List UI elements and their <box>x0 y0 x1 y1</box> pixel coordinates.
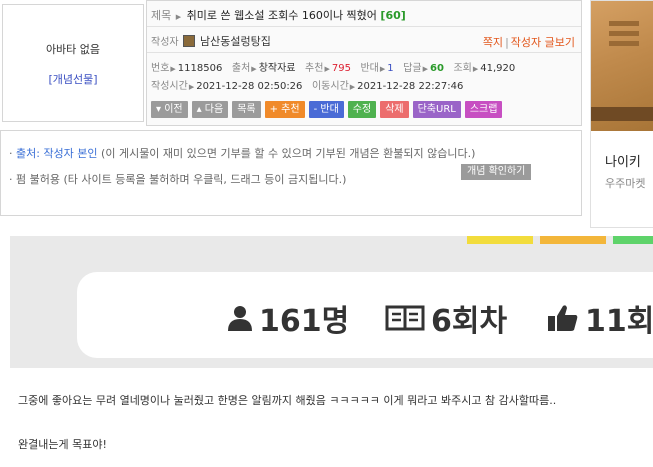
arrow-icon: ▶ <box>188 83 195 91</box>
arrow-icon: ▶ <box>379 65 386 73</box>
likes-value: 11회 <box>585 304 653 339</box>
ad-seller: 우주마켓 <box>605 177 646 190</box>
meta-row: 번호▶ 1118506 출처▶ 창작자료 추천▶ 795 반대▶ 1 답글▶ 60 조회▶… <box>151 59 515 74</box>
memo-link[interactable]: 쪽지 <box>483 36 503 49</box>
post-header: 제목 ▶ 취미로 쓴 웹소설 조회수 160이나 찍혔어 [60] 작성자 남산… <box>146 0 582 126</box>
shoe-sole <box>591 107 653 121</box>
source-label: 출처 <box>231 63 251 74</box>
likes-stat: 11회 <box>547 296 653 340</box>
bullet: · <box>9 173 13 186</box>
oppose-label: 반대 <box>360 63 379 74</box>
gift-link[interactable]: [개념선물] <box>48 71 97 87</box>
title-row: 제목 ▶ 취미로 쓴 웹소설 조회수 160이나 찍혔어 [60] <box>151 7 406 23</box>
no-label: 번호 <box>151 63 170 74</box>
ad-banner[interactable]: 나이키 우주마켓 <box>590 0 653 228</box>
arrow-icon: ▶ <box>251 65 257 73</box>
readers-stat: 161명 <box>227 296 349 340</box>
oppose-value: 1 <box>387 63 394 74</box>
oppose-button[interactable]: - 반대 <box>308 101 344 118</box>
author-row: 작성자 남산동설렁탕집 <box>151 33 271 49</box>
post-title: 취미로 쓴 웹소설 조회수 160이나 찍혔어 <box>186 9 377 22</box>
recommend-value: 795 <box>331 63 351 74</box>
action-buttons: ▾ 이전 ▴ 다음 목록 + 추천 - 반대 수정 삭제 단축URL 스크랩 <box>151 101 503 118</box>
arrow-icon: ▶ <box>349 83 356 91</box>
arrow-icon: ▶ <box>170 65 176 73</box>
separator: | <box>505 36 509 49</box>
shoe-image <box>591 1 653 131</box>
views-label: 조회 <box>453 63 472 74</box>
list-button[interactable]: 목록 <box>232 101 261 118</box>
arrow-icon: ▶ <box>175 13 182 21</box>
created-label: 작성시간 <box>151 81 188 92</box>
source-value: 창작자료 <box>258 63 296 74</box>
green-bar <box>613 236 653 244</box>
shoe-lace <box>609 21 639 26</box>
book-icon <box>385 305 425 331</box>
stats-card: 161명 6회차 11회 <box>77 272 653 358</box>
scrap-button[interactable]: 스크랩 <box>464 101 503 118</box>
repost-notice-text: 펌 불허용 (타 사이트 등록을 불허하며 우클릭, 드래그 등이 금지됩니다.… <box>16 173 347 186</box>
reply-label: 답글 <box>403 63 422 74</box>
repost-notice: · 펌 불허용 (타 사이트 등록을 불허하며 우클릭, 드래그 등이 금지됩니… <box>9 171 346 187</box>
arrow-icon: ▶ <box>472 65 479 73</box>
thumbs-up-icon <box>548 305 578 331</box>
body-paragraph-1: 그중에 좋아요는 무려 열네명이나 눌러줬고 한명은 알림까지 해줬음 ㅋㅋㅋㅋ… <box>18 394 557 407</box>
views-value: 41,920 <box>480 63 516 74</box>
no-value: 1118506 <box>177 63 223 74</box>
subject-label: 제목 <box>151 9 172 22</box>
moved-label: 이동시간 <box>311 81 349 92</box>
arrow-icon: ▶ <box>422 65 428 73</box>
orange-bar <box>540 236 606 244</box>
arrow-icon: ▶ <box>324 65 330 73</box>
reply-value: 60 <box>430 63 444 74</box>
author-links: 쪽지 | 작성자 글보기 <box>483 34 575 50</box>
author-name[interactable]: 남산동설렁탕집 <box>200 35 271 48</box>
moved-value: 2021-12-28 22:27:46 <box>357 81 464 92</box>
recommend-button[interactable]: + 추천 <box>264 101 305 118</box>
episodes-stat: 6회차 <box>385 296 507 340</box>
next-button[interactable]: ▴ 다음 <box>191 101 229 118</box>
avatar-none-text: 아바타 없음 <box>45 43 101 56</box>
stats-image: 161명 6회차 11회 <box>10 236 653 368</box>
edit-button[interactable]: 수정 <box>347 101 377 118</box>
check-concept-button[interactable]: 개념 확인하기 <box>461 164 532 180</box>
created-value: 2021-12-28 02:50:26 <box>196 81 303 92</box>
notice-box: · 출처: 작성자 본인 (이 게시물이 재미 있으면 기부를 할 수 있으며 … <box>0 130 582 216</box>
divider <box>147 52 581 53</box>
episodes-value: 6회차 <box>431 304 508 339</box>
source-notice-text: (이 게시물이 재미 있으면 기부를 할 수 있으며 기부된 개념은 환불되지 … <box>97 147 476 160</box>
ad-product-name[interactable]: 나이키 <box>605 151 641 170</box>
body-paragraph-2: 완결내는게 목표야! <box>18 438 107 451</box>
source-notice: · 출처: 작성자 본인 (이 게시물이 재미 있으면 기부를 할 수 있으며 … <box>9 145 475 161</box>
author-label: 작성자 <box>151 37 179 48</box>
readers-value: 161명 <box>259 304 350 339</box>
person-icon <box>228 306 252 331</box>
post-page: 아바타 없음 [개념선물] 제목 ▶ 취미로 쓴 웹소설 조회수 160이나 찍… <box>0 0 653 467</box>
prev-button[interactable]: ▾ 이전 <box>151 101 188 118</box>
recommend-label: 추천 <box>305 63 324 74</box>
comment-count[interactable]: [60] <box>380 9 405 22</box>
bullet: · <box>9 147 13 160</box>
short-url-button[interactable]: 단축URL <box>412 101 461 118</box>
avatar-box: 아바타 없음 [개념선물] <box>2 4 144 122</box>
author-posts-link[interactable]: 작성자 글보기 <box>511 36 575 49</box>
divider <box>147 26 581 27</box>
yellow-bar <box>467 236 533 244</box>
delete-button[interactable]: 삭제 <box>380 101 409 118</box>
time-row: 작성시간▶ 2021-12-28 02:50:26 이동시간▶ 2021-12-28… <box>151 77 463 92</box>
source-author-link[interactable]: 출처: 작성자 본인 <box>16 147 98 160</box>
author-icon <box>182 35 195 47</box>
